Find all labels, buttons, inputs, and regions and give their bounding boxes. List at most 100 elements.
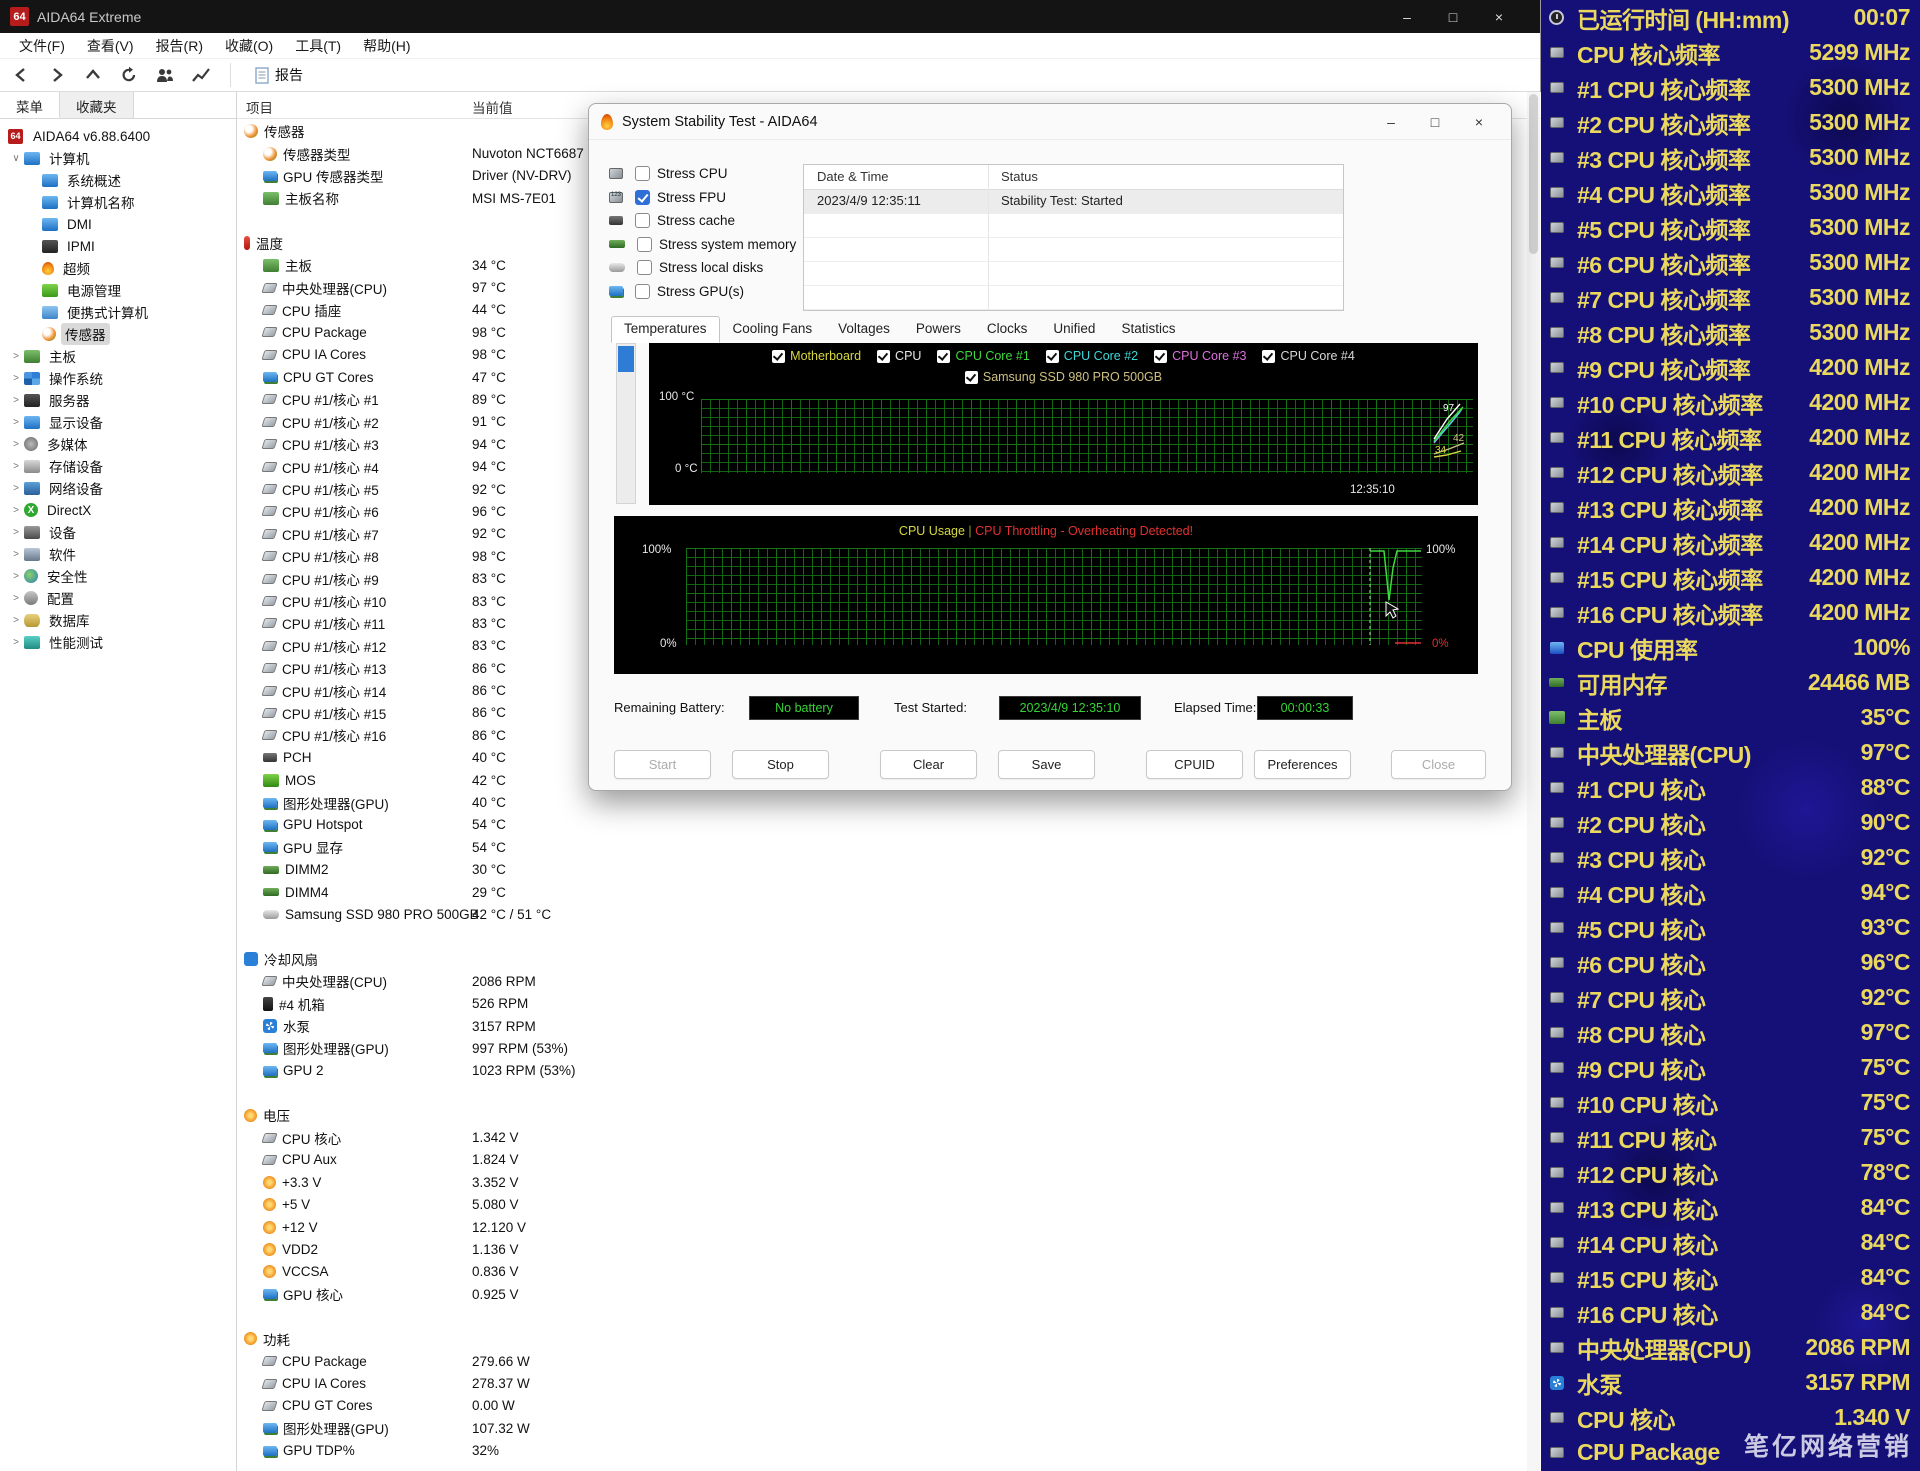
legend-checkbox[interactable] xyxy=(877,350,890,363)
tree-item-性能测试[interactable]: >性能测试 xyxy=(0,631,236,653)
legend-checkbox[interactable] xyxy=(965,371,978,384)
log-row[interactable]: 2023/4/9 12:35:11Stability Test: Started xyxy=(804,190,1343,214)
preferences-button[interactable]: Preferences xyxy=(1254,750,1351,779)
tree-item-系统概述[interactable]: 系统概述 xyxy=(0,169,236,191)
tab-unified[interactable]: Unified xyxy=(1040,316,1108,343)
checkbox-StressCPU[interactable] xyxy=(635,166,650,181)
legend-checkbox[interactable] xyxy=(1154,350,1167,363)
tree-item-IPMI[interactable]: IPMI xyxy=(0,235,236,257)
collapsed-arrow-icon[interactable]: > xyxy=(10,615,22,626)
tree-item-显示设备[interactable]: >显示设备 xyxy=(0,411,236,433)
tree-item-数据库[interactable]: >数据库 xyxy=(0,609,236,631)
sensor-row[interactable]: CPU IA Cores278.37 W xyxy=(237,1372,1541,1394)
tree-item-网络设备[interactable]: >网络设备 xyxy=(0,477,236,499)
tree-item-传感器[interactable]: 传感器 xyxy=(0,323,236,345)
refresh-icon[interactable] xyxy=(118,65,140,85)
up-icon[interactable] xyxy=(82,65,104,85)
checkbox-Stresslocaldisks[interactable] xyxy=(637,260,652,275)
sensor-row[interactable]: +3.3 V3.352 V xyxy=(237,1171,1541,1193)
checkbox-Stresscache[interactable] xyxy=(635,213,650,228)
collapsed-arrow-icon[interactable]: > xyxy=(10,571,22,582)
cpuid-button[interactable]: CPUID xyxy=(1146,750,1243,779)
tree-item-计算机名称[interactable]: 计算机名称 xyxy=(0,191,236,213)
tree-item-DMI[interactable]: DMI xyxy=(0,213,236,235)
report-button[interactable]: 报告 xyxy=(249,63,309,87)
tree-item-操作系统[interactable]: >操作系统 xyxy=(0,367,236,389)
collapsed-arrow-icon[interactable]: > xyxy=(10,461,22,472)
sensor-row[interactable]: 水泵3157 RPM xyxy=(237,1015,1541,1037)
collapsed-arrow-icon[interactable]: > xyxy=(10,395,22,406)
sensor-row[interactable]: CPU Aux1.824 V xyxy=(237,1149,1541,1171)
tree-item-电源管理[interactable]: 电源管理 xyxy=(0,279,236,301)
tree-item-主板[interactable]: >主板 xyxy=(0,345,236,367)
legend-checkbox[interactable] xyxy=(1262,350,1275,363)
tree-item-多媒体[interactable]: >多媒体 xyxy=(0,433,236,455)
sensor-row[interactable]: GPU 显存54 °C xyxy=(237,836,1541,858)
sensor-row[interactable]: DIMM230 °C xyxy=(237,859,1541,881)
tree-item-安全性[interactable]: >安全性 xyxy=(0,565,236,587)
menu-item-R[interactable]: 报告(R) xyxy=(145,36,214,56)
section-header-功耗[interactable]: 功耗 xyxy=(237,1328,1541,1350)
collapsed-arrow-icon[interactable]: > xyxy=(10,505,22,516)
dialog-minimize-button[interactable]: – xyxy=(1369,104,1413,140)
back-icon[interactable] xyxy=(10,65,32,85)
collapsed-arrow-icon[interactable]: > xyxy=(10,351,22,362)
tree-item-DirectX[interactable]: >XDirectX xyxy=(0,499,236,521)
tab-powers[interactable]: Powers xyxy=(903,316,974,343)
section-header-冷却风扇[interactable]: 冷却风扇 xyxy=(237,948,1541,970)
menu-item-H[interactable]: 帮助(H) xyxy=(352,36,421,56)
sensor-row[interactable]: 图形处理器(GPU)107.32 W xyxy=(237,1417,1541,1439)
scrollbar[interactable] xyxy=(1527,92,1540,1471)
forward-icon[interactable] xyxy=(46,65,68,85)
sensor-row[interactable]: CPU 核心1.342 V xyxy=(237,1126,1541,1148)
tree-item-计算机[interactable]: ∨计算机 xyxy=(0,147,236,169)
checkbox-StressGPUs[interactable] xyxy=(635,284,650,299)
slider-thumb[interactable] xyxy=(618,346,634,372)
tree-item-超频[interactable]: 超频 xyxy=(0,257,236,279)
collapsed-arrow-icon[interactable]: > xyxy=(10,417,22,428)
sensor-row[interactable]: #4 机箱526 RPM xyxy=(237,992,1541,1014)
tree-item-便携式计算机[interactable]: 便携式计算机 xyxy=(0,301,236,323)
sensor-row[interactable]: CPU GT Cores0.00 W xyxy=(237,1395,1541,1417)
legend-checkbox[interactable] xyxy=(937,350,950,363)
sensor-row[interactable]: +12 V12.120 V xyxy=(237,1216,1541,1238)
sidebar-tab-收藏夹[interactable]: 收藏夹 xyxy=(60,92,134,118)
legend-checkbox[interactable] xyxy=(772,350,785,363)
menu-item-V[interactable]: 查看(V) xyxy=(76,36,145,56)
collapsed-arrow-icon[interactable]: > xyxy=(10,593,22,604)
tab-voltages[interactable]: Voltages xyxy=(825,316,903,343)
menu-item-F[interactable]: 文件(F) xyxy=(8,36,76,56)
users-icon[interactable] xyxy=(154,65,176,85)
tree-item-软件[interactable]: >软件 xyxy=(0,543,236,565)
collapsed-arrow-icon[interactable]: > xyxy=(10,483,22,494)
collapsed-arrow-icon[interactable]: > xyxy=(10,549,22,560)
close-button[interactable]: × xyxy=(1476,0,1522,33)
tree-root[interactable]: 64AIDA64 v6.88.6400 xyxy=(0,125,236,147)
dialog-maximize-button[interactable]: □ xyxy=(1413,104,1457,140)
expanded-arrow-icon[interactable]: ∨ xyxy=(10,153,22,164)
tab-temperatures[interactable]: Temperatures xyxy=(611,316,720,343)
sensor-row[interactable]: VDD21.136 V xyxy=(237,1238,1541,1260)
checkbox-StressFPU[interactable] xyxy=(635,190,650,205)
menu-item-O[interactable]: 收藏(O) xyxy=(214,36,284,56)
checkbox-Stresssystemmemory[interactable] xyxy=(637,237,652,252)
sensor-row[interactable]: VCCSA0.836 V xyxy=(237,1261,1541,1283)
sensor-row[interactable]: GPU Hotspot54 °C xyxy=(237,814,1541,836)
clear-button[interactable]: Clear xyxy=(880,750,977,779)
graph-scale-slider[interactable] xyxy=(616,343,636,504)
collapsed-arrow-icon[interactable]: > xyxy=(10,439,22,450)
dialog-close-button[interactable]: × xyxy=(1457,104,1501,140)
tab-clocks[interactable]: Clocks xyxy=(974,316,1041,343)
sensor-row[interactable]: GPU 21023 RPM (53%) xyxy=(237,1060,1541,1082)
tab-cooling-fans[interactable]: Cooling Fans xyxy=(720,316,826,343)
collapsed-arrow-icon[interactable]: > xyxy=(10,373,22,384)
tree-item-存储设备[interactable]: >存储设备 xyxy=(0,455,236,477)
sensor-row[interactable]: GPU TDP%32% xyxy=(237,1439,1541,1461)
collapsed-arrow-icon[interactable]: > xyxy=(10,637,22,648)
tree-item-配置[interactable]: >配置 xyxy=(0,587,236,609)
collapsed-arrow-icon[interactable]: > xyxy=(10,527,22,538)
sensor-row[interactable]: 图形处理器(GPU)40 °C xyxy=(237,791,1541,813)
chart-icon[interactable] xyxy=(190,65,212,85)
sensor-row[interactable]: 图形处理器(GPU)997 RPM (53%) xyxy=(237,1037,1541,1059)
legend-checkbox[interactable] xyxy=(1046,350,1059,363)
